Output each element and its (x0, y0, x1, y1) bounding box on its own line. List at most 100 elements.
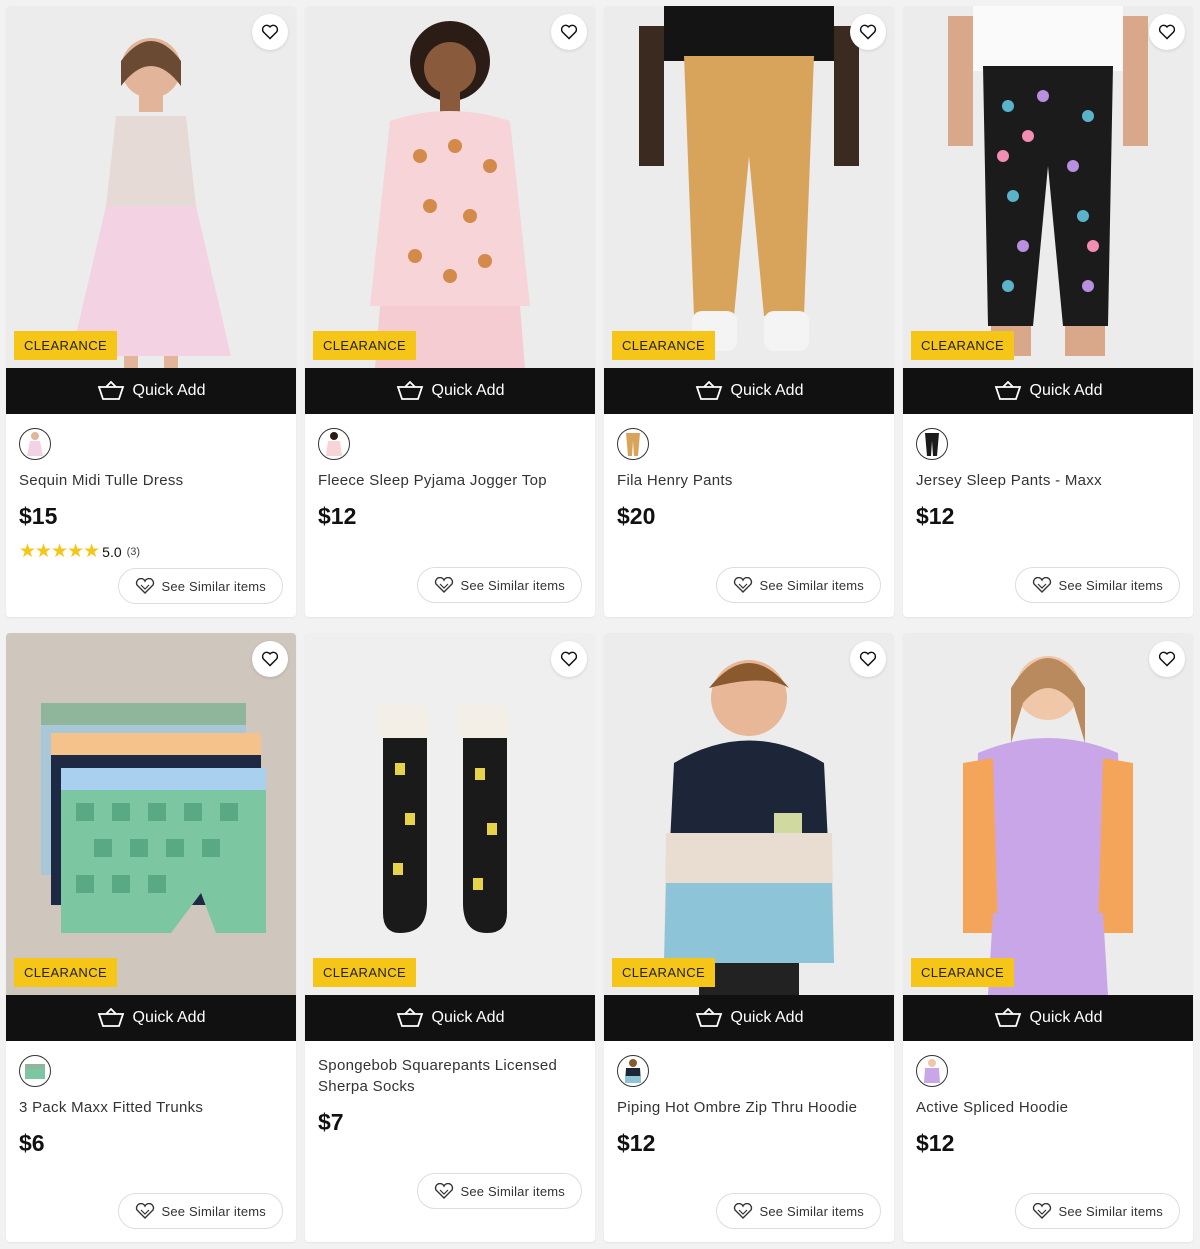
product-card[interactable]: CLEARANCE Quick Add Active Spliced Hoodi… (903, 633, 1193, 1242)
similar-icon (435, 1183, 454, 1199)
product-card[interactable]: CLEARANCE Quick Add Piping Hot Ombre Zip… (604, 633, 894, 1242)
see-similar-button[interactable]: See Similar items (1015, 1193, 1180, 1229)
product-title[interactable]: Fila Henry Pants (617, 470, 881, 491)
basket-icon (695, 1008, 722, 1027)
product-title[interactable]: Spongebob Squarepants Licensed Sherpa So… (318, 1055, 582, 1097)
quick-add-label: Quick Add (1029, 382, 1103, 399)
product-title[interactable]: Jersey Sleep Pants - Maxx (916, 470, 1180, 491)
product-grid: CLEARANCE Quick Add Sequin Midi Tulle Dr… (0, 0, 1200, 1249)
clearance-badge: CLEARANCE (612, 958, 716, 987)
see-similar-label: See Similar items (759, 577, 864, 593)
see-similar-button[interactable]: See Similar items (1015, 567, 1180, 603)
see-similar-label: See Similar items (161, 578, 266, 594)
heart-icon (560, 651, 578, 667)
product-card[interactable]: CLEARANCE Quick Add Spongebob Squarepant… (305, 633, 595, 1242)
similar-icon (734, 577, 753, 593)
star-icons: ★★★★★ (19, 541, 100, 562)
clearance-badge: CLEARANCE (911, 958, 1015, 987)
heart-icon (1158, 651, 1176, 667)
product-image[interactable]: CLEARANCE (6, 633, 296, 995)
quick-add-label: Quick Add (132, 1009, 206, 1026)
clearance-badge: CLEARANCE (14, 958, 118, 987)
wishlist-button[interactable] (850, 14, 886, 50)
color-swatch[interactable] (19, 428, 51, 460)
color-swatch[interactable] (617, 1055, 649, 1087)
see-similar-label: See Similar items (1058, 577, 1163, 593)
quick-add-button[interactable]: Quick Add (604, 368, 894, 414)
see-similar-button[interactable]: See Similar items (417, 1173, 582, 1209)
clearance-badge: CLEARANCE (14, 331, 118, 360)
product-info: Piping Hot Ombre Zip Thru Hoodie $12 See… (604, 1041, 894, 1242)
product-image[interactable]: CLEARANCE (6, 6, 296, 368)
see-similar-label: See Similar items (161, 1203, 266, 1219)
see-similar-button[interactable]: See Similar items (118, 1193, 283, 1229)
quick-add-button[interactable]: Quick Add (903, 368, 1193, 414)
see-similar-button[interactable]: See Similar items (417, 567, 582, 603)
heart-icon (1158, 24, 1176, 40)
similar-icon (734, 1203, 753, 1219)
quick-add-label: Quick Add (431, 1009, 505, 1026)
product-image[interactable]: CLEARANCE (903, 6, 1193, 368)
product-info: Fleece Sleep Pyjama Jogger Top $12 See S… (305, 414, 595, 617)
quick-add-button[interactable]: Quick Add (903, 995, 1193, 1041)
see-similar-button[interactable]: See Similar items (118, 568, 283, 604)
product-price: $12 (617, 1130, 656, 1156)
product-title[interactable]: 3 Pack Maxx Fitted Trunks (19, 1097, 283, 1118)
product-title[interactable]: Active Spliced Hoodie (916, 1097, 1180, 1118)
see-similar-button[interactable]: See Similar items (716, 1193, 881, 1229)
see-similar-button[interactable]: See Similar items (716, 567, 881, 603)
quick-add-button[interactable]: Quick Add (6, 368, 296, 414)
quick-add-label: Quick Add (431, 382, 505, 399)
product-image[interactable]: CLEARANCE (903, 633, 1193, 995)
color-swatch[interactable] (318, 428, 350, 460)
product-card[interactable]: CLEARANCE Quick Add 3 Pack Maxx Fitted T… (6, 633, 296, 1242)
heart-icon (261, 24, 279, 40)
product-title[interactable]: Fleece Sleep Pyjama Jogger Top (318, 470, 582, 491)
product-title[interactable]: Sequin Midi Tulle Dress (19, 470, 283, 491)
color-swatch[interactable] (916, 428, 948, 460)
product-price: $12 (318, 503, 357, 529)
quick-add-button[interactable]: Quick Add (305, 995, 595, 1041)
see-similar-label: See Similar items (460, 1183, 565, 1199)
clearance-badge: CLEARANCE (612, 331, 716, 360)
product-image[interactable]: CLEARANCE (604, 6, 894, 368)
product-price: $12 (916, 503, 955, 529)
quick-add-button[interactable]: Quick Add (6, 995, 296, 1041)
basket-icon (396, 1008, 423, 1027)
wishlist-button[interactable] (551, 14, 587, 50)
product-card[interactable]: CLEARANCE Quick Add Fleece Sleep Pyjama … (305, 6, 595, 617)
rating-value: 5.0 (102, 543, 122, 560)
wishlist-button[interactable] (252, 14, 288, 50)
quick-add-label: Quick Add (730, 1009, 804, 1026)
similar-icon (435, 577, 454, 593)
wishlist-button[interactable] (1149, 14, 1185, 50)
product-image[interactable]: CLEARANCE (604, 633, 894, 995)
product-title[interactable]: Piping Hot Ombre Zip Thru Hoodie (617, 1097, 881, 1118)
color-swatch[interactable] (617, 428, 649, 460)
see-similar-label: See Similar items (460, 577, 565, 593)
heart-icon (261, 651, 279, 667)
similar-icon (1033, 1203, 1052, 1219)
product-price: $20 (617, 503, 656, 529)
color-swatch[interactable] (19, 1055, 51, 1087)
quick-add-label: Quick Add (730, 382, 804, 399)
product-price: $6 (19, 1130, 45, 1156)
similar-icon (136, 578, 155, 594)
wishlist-button[interactable] (850, 641, 886, 677)
heart-icon (859, 651, 877, 667)
quick-add-button[interactable]: Quick Add (305, 368, 595, 414)
product-card[interactable]: CLEARANCE Quick Add Fila Henry Pants $20… (604, 6, 894, 617)
product-card[interactable]: CLEARANCE Quick Add Sequin Midi Tulle Dr… (6, 6, 296, 617)
wishlist-button[interactable] (551, 641, 587, 677)
product-info: Fila Henry Pants $20 See Similar items (604, 414, 894, 617)
wishlist-button[interactable] (252, 641, 288, 677)
product-price: $7 (318, 1109, 344, 1135)
product-card[interactable]: CLEARANCE Quick Add Jersey Sleep Pants -… (903, 6, 1193, 617)
quick-add-label: Quick Add (132, 382, 206, 399)
product-image[interactable]: CLEARANCE (305, 633, 595, 995)
product-info: Active Spliced Hoodie $12 See Similar it… (903, 1041, 1193, 1242)
quick-add-button[interactable]: Quick Add (604, 995, 894, 1041)
wishlist-button[interactable] (1149, 641, 1185, 677)
product-image[interactable]: CLEARANCE (305, 6, 595, 368)
color-swatch[interactable] (916, 1055, 948, 1087)
